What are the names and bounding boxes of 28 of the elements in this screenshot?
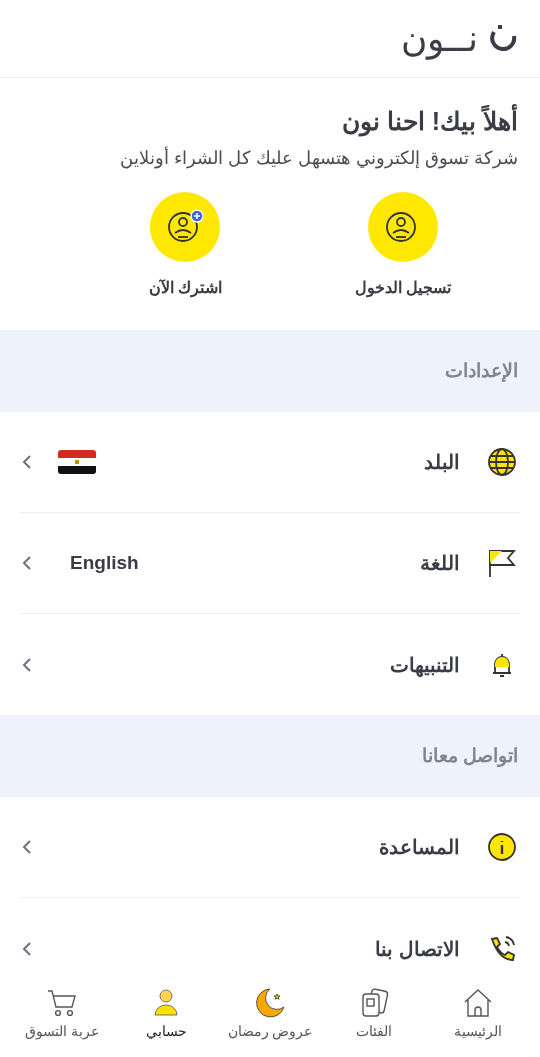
row-value: English <box>70 550 139 575</box>
nav-tab[interactable]: عروض رمضان <box>222 987 318 1042</box>
signup-button[interactable]: اشترك الآن <box>148 192 222 301</box>
globe-icon <box>486 446 518 478</box>
crescent-moon-icon <box>254 987 286 1019</box>
section-title: الإعدادات <box>445 358 518 384</box>
chevron-left-icon <box>22 656 32 673</box>
nav-tab[interactable]: الرئيسية <box>430 987 526 1042</box>
home-icon <box>462 987 494 1019</box>
chevron-left-icon <box>22 454 32 470</box>
settings-row[interactable]: الاتصال بنا <box>20 898 520 981</box>
flag-icon <box>486 547 518 579</box>
section-title: اتواصل معانا <box>421 743 518 769</box>
nav-tab[interactable]: حسابي <box>118 987 214 1042</box>
nav-tab[interactable]: الفئات <box>326 987 422 1042</box>
chevron-left-icon <box>22 940 32 957</box>
chevron-left-icon <box>22 839 32 855</box>
flag-icon <box>58 450 96 474</box>
welcome-subtitle: شركة تسوق إلكتروني هتسهل عليك كل الشراء أونلاين <box>119 145 518 171</box>
nav-tab[interactable]: عربة التسوق <box>14 987 110 1042</box>
info-icon <box>486 831 518 863</box>
settings-row[interactable]: التنبيهات <box>20 614 520 715</box>
chevron-left-icon <box>22 555 32 571</box>
settings-row[interactable]: البلد <box>20 412 520 513</box>
cart-icon <box>46 987 78 1019</box>
login-button[interactable]: تسجيل الدخول <box>355 192 452 301</box>
settings-row[interactable]: المساعدة <box>20 797 520 898</box>
welcome-title: أهلاً بيك! احنا نون <box>22 106 518 138</box>
